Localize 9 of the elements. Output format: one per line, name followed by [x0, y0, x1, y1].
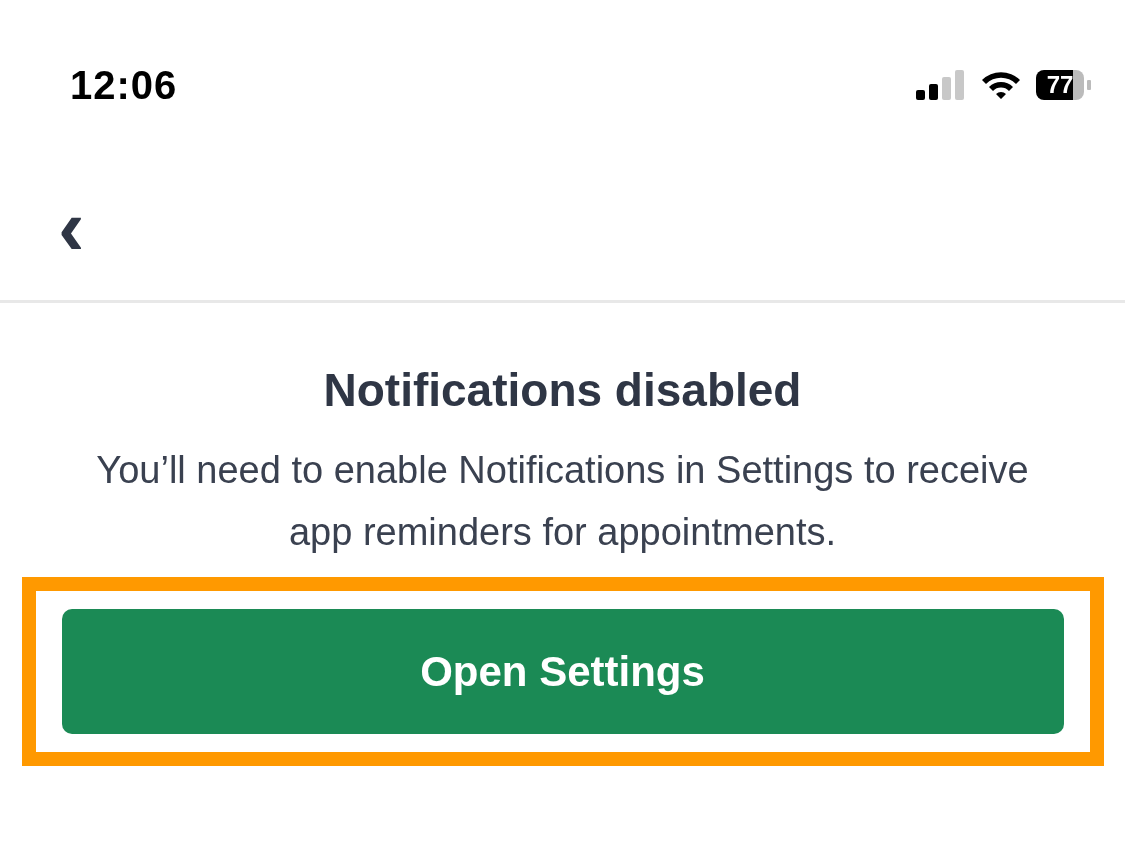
signal-icon: [916, 70, 966, 100]
message-text: You’ll need to enable Notifications in Settings to receive app reminders for appointments.: [95, 448, 1030, 555]
back-button[interactable]: ‹: [50, 188, 93, 282]
wifi-icon: [980, 69, 1022, 101]
clock-time: 12:06: [70, 62, 178, 108]
battery-level: 77: [1036, 70, 1084, 100]
open-settings-button[interactable]: Open Settings: [61, 609, 1064, 734]
battery-tip-icon: [1087, 80, 1091, 90]
page-title: Notifications disabled: [323, 363, 802, 417]
